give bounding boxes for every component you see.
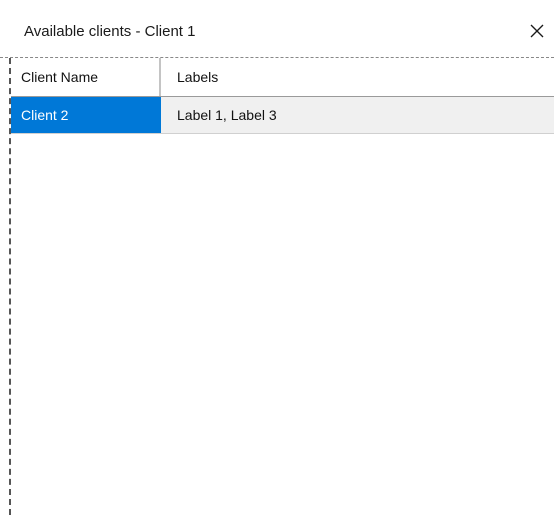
close-button[interactable] [520,12,554,50]
grid-header-row: Client Name Labels [11,58,554,97]
close-icon [530,24,544,38]
window-title: Available clients - Client 1 [24,23,196,40]
available-clients-window: Available clients - Client 1 Client Name… [0,0,554,515]
title-bar: Available clients - Client 1 [0,0,554,58]
column-header-client-name[interactable]: Client Name [11,58,161,96]
table-row[interactable]: Client 2 Label 1, Label 3 [11,97,554,134]
column-header-labels[interactable]: Labels [161,58,554,96]
clients-grid[interactable]: Client Name Labels Client 2 Label 1, Lab… [9,58,554,515]
cell-client-name[interactable]: Client 2 [11,97,161,133]
cell-labels[interactable]: Label 1, Label 3 [161,97,554,133]
